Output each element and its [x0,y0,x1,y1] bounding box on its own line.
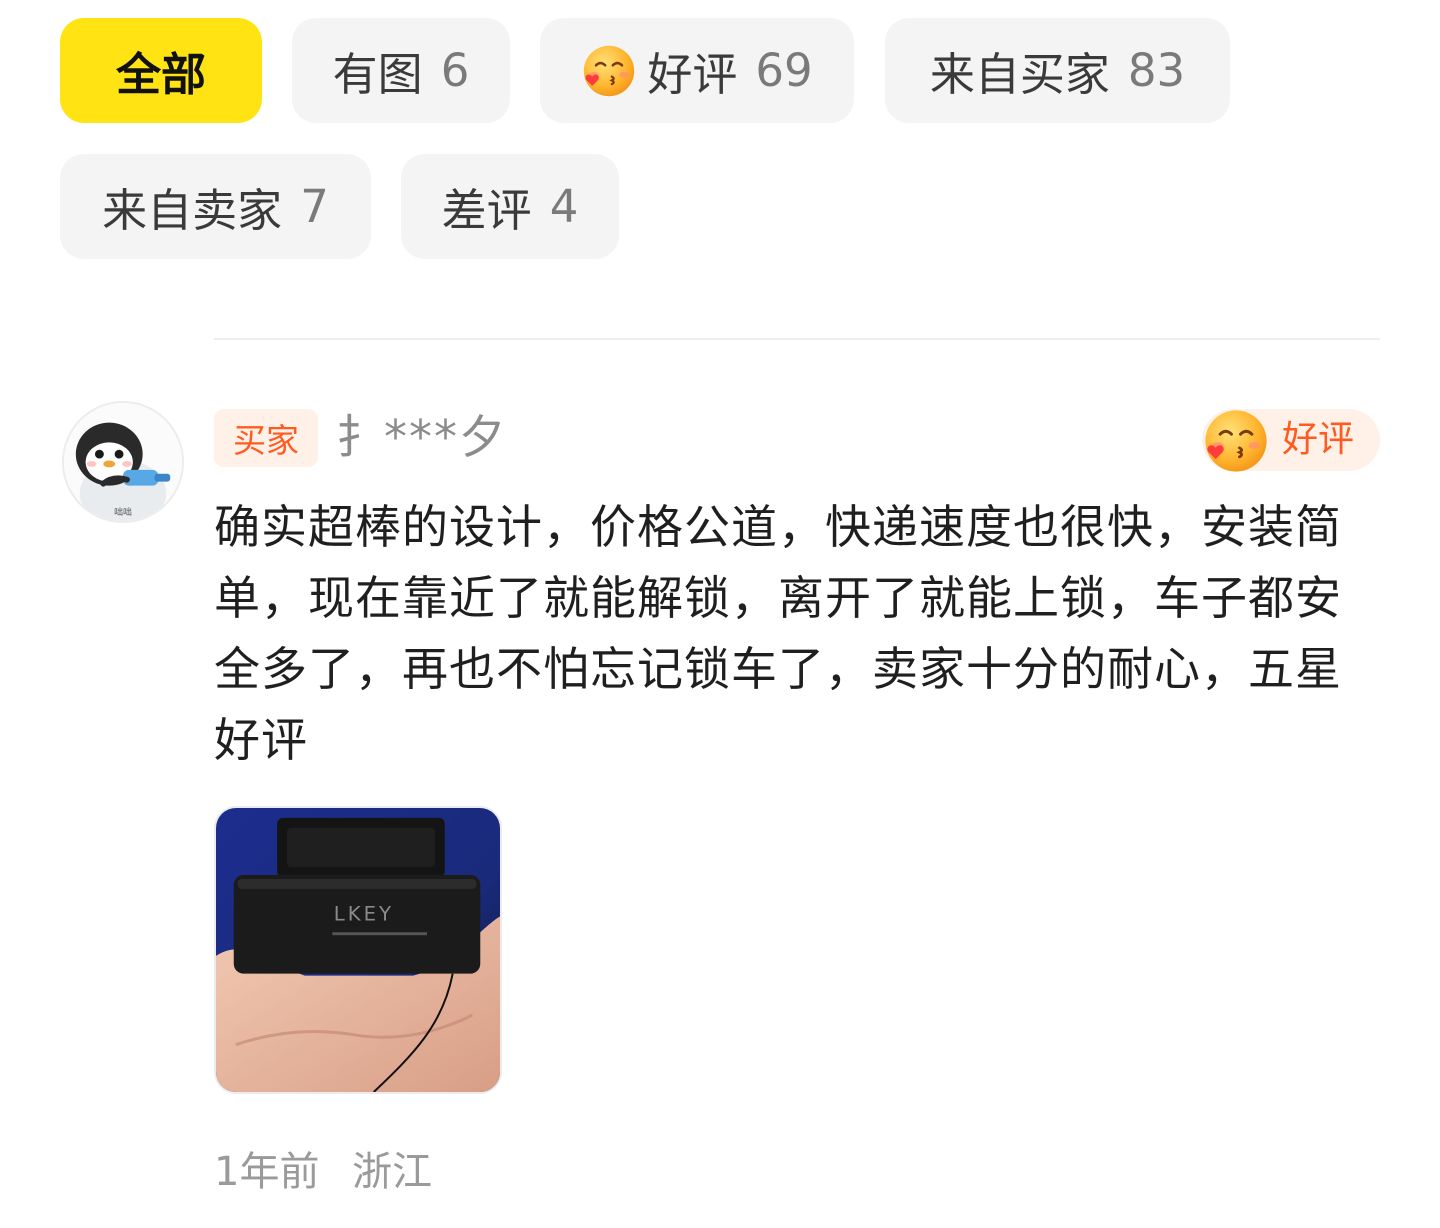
rating-badge: 好评 [1202,409,1380,472]
review-time: 1年前 [214,1149,320,1195]
filter-count: 4 [549,180,579,233]
reviewer-username[interactable]: 扌***夕 [336,404,507,470]
filter-count: 7 [300,180,329,233]
filter-label: 有图 [332,48,423,101]
filter-negative-chip[interactable]: 差评 4 [401,154,619,259]
device-photo-image: LKEY [216,808,500,1092]
filter-count: 83 [1127,44,1186,97]
avatar-caption: 咄咄 [114,506,132,518]
filter-label: 全部 [115,48,206,101]
filter-all-chip[interactable]: 全部 [60,18,262,123]
review-photo[interactable]: LKEY [214,806,502,1094]
kissing-face-icon [584,45,635,96]
review-location: 浙江 [352,1149,433,1195]
filter-with-photos-chip[interactable]: 有图 6 [292,18,510,123]
filter-label: 来自买家 [929,48,1110,101]
review-text: 确实超棒的设计，价格公道，快递速度也很快，安装简单，现在靠近了就能解锁，离开了就… [214,500,1342,767]
buyer-role-tag: 买家 [214,409,318,467]
role-tag-label: 买家 [233,421,299,460]
filter-label: 来自卖家 [102,184,283,237]
filter-count: 69 [755,44,813,97]
penguin-avatar-icon: 咄咄 [64,403,182,521]
filter-positive-chip[interactable]: 好评 69 [540,18,854,123]
filter-from-buyer-chip[interactable]: 来自买家 83 [885,18,1230,123]
filter-from-seller-chip[interactable]: 来自卖家 7 [60,154,371,259]
section-divider [214,338,1380,340]
filter-count: 6 [440,44,470,97]
filter-label: 好评 [647,48,738,101]
rating-label: 好评 [1282,419,1355,460]
device-brand-label: LKEY [334,902,394,925]
avatar[interactable]: 咄咄 [62,401,184,523]
review-meta: 1年前 浙江 [214,1142,432,1202]
kissing-face-icon [1205,410,1267,472]
filter-label: 差评 [441,184,532,237]
